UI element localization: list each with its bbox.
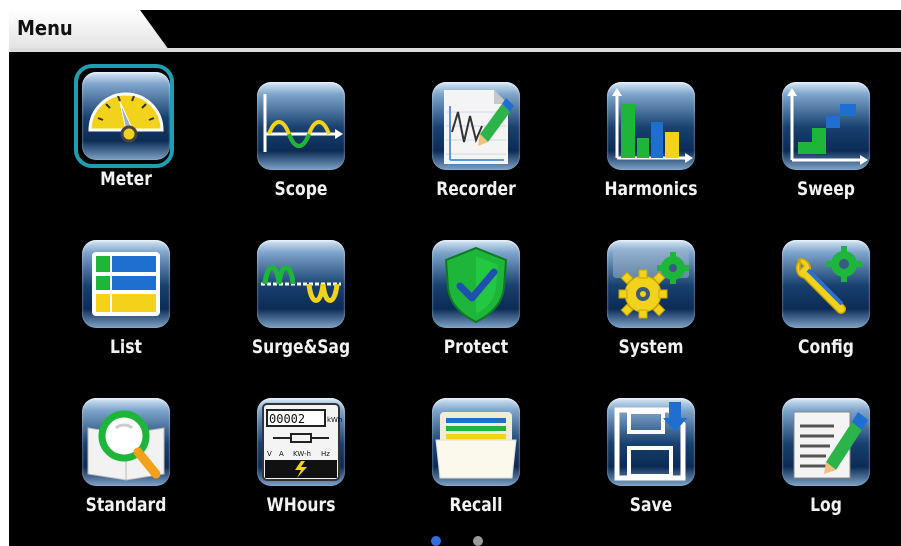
- menu-item-label: Standard: [85, 494, 167, 516]
- menu-item-label: Surge&Sag: [251, 336, 351, 358]
- menu-item-log[interactable]: Log: [749, 390, 889, 540]
- menu-item-config[interactable]: Config: [749, 232, 889, 382]
- menu-item-scope[interactable]: Scope: [224, 74, 364, 224]
- svg-text:V: V: [267, 450, 272, 458]
- menu-item-sweep[interactable]: Sweep: [749, 74, 889, 224]
- menu-item-recall[interactable]: Recall: [399, 390, 539, 540]
- menu-item-label: Scope: [274, 178, 328, 200]
- menu-item-label: List: [109, 336, 142, 358]
- menu-item-label: Sweep: [797, 178, 855, 200]
- menu-item-label: Config: [798, 336, 854, 358]
- header-divider: [9, 48, 901, 52]
- list-table-icon: [82, 240, 170, 328]
- menu-item-surge-sag[interactable]: Surge&Sag: [224, 232, 364, 382]
- system-gears-icon: [607, 240, 695, 328]
- menu-item-label: Protect: [443, 336, 509, 358]
- meter-gauge-icon: [82, 72, 170, 160]
- watt-hour-meter-icon: 00002 kWh V A KW-h Hz: [257, 398, 345, 486]
- menu-item-save[interactable]: Save: [574, 390, 714, 540]
- menu-item-protect[interactable]: Protect: [399, 232, 539, 382]
- menu-item-list[interactable]: List: [49, 232, 189, 382]
- recorder-chart-icon: [432, 82, 520, 170]
- page-title: Menu: [17, 16, 73, 40]
- scope-waveform-icon: [257, 82, 345, 170]
- page-dot-active[interactable]: [431, 536, 441, 546]
- menu-item-label: Recall: [449, 494, 503, 516]
- menu-screen: Menu Meter Scope Recorder Harmonics Swee…: [9, 10, 901, 546]
- standard-magnifier-book-icon: [82, 398, 170, 486]
- page-dot[interactable]: [473, 536, 483, 546]
- menu-item-label: Recorder: [436, 178, 516, 200]
- log-document-pen-icon: [782, 398, 870, 486]
- svg-text:KW-h: KW-h: [293, 450, 311, 458]
- config-wrench-gear-icon: [782, 240, 870, 328]
- recall-folder-icon: [432, 398, 520, 486]
- menu-item-label: Meter: [100, 168, 152, 190]
- menu-item-label: WHours: [266, 494, 336, 516]
- menu-item-whours[interactable]: 00002 kWh V A KW-h Hz WHours: [224, 390, 364, 540]
- menu-item-label: Save: [629, 494, 673, 516]
- menu-item-recorder[interactable]: Recorder: [399, 74, 539, 224]
- menu-item-system[interactable]: System: [574, 232, 714, 382]
- sweep-steps-icon: [782, 82, 870, 170]
- menu-item-label: Log: [810, 494, 842, 516]
- surge-sag-wave-icon: [257, 240, 345, 328]
- svg-text:00002: 00002: [269, 412, 305, 426]
- protect-shield-icon: [432, 240, 520, 328]
- menu-item-meter[interactable]: Meter: [49, 64, 189, 214]
- svg-text:A: A: [279, 450, 284, 458]
- svg-text:Hz: Hz: [321, 450, 330, 458]
- header-bar: Menu: [9, 10, 901, 52]
- svg-text:kWh: kWh: [327, 416, 342, 424]
- save-floppy-icon: [607, 398, 695, 486]
- menu-item-label: System: [618, 336, 684, 358]
- menu-item-label: Harmonics: [604, 178, 698, 200]
- harmonics-bars-icon: [607, 82, 695, 170]
- menu-item-standard[interactable]: Standard: [49, 390, 189, 540]
- menu-item-harmonics[interactable]: Harmonics: [574, 74, 714, 224]
